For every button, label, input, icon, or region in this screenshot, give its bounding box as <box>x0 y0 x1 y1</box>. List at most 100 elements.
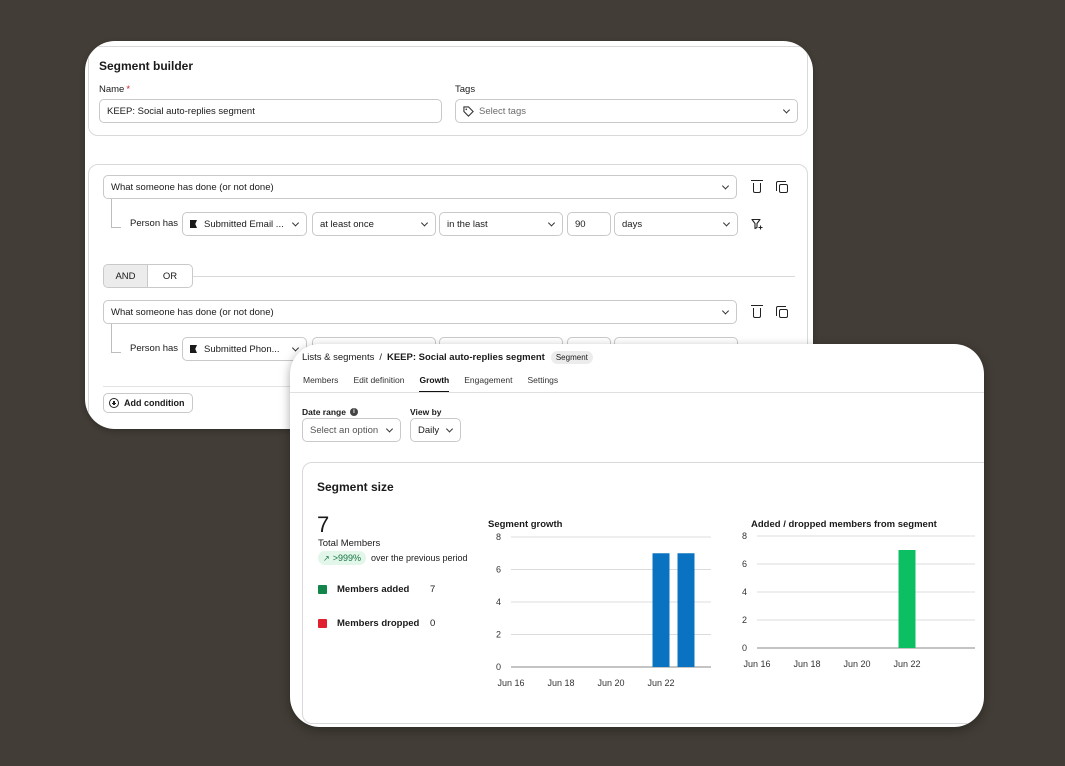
metric-select[interactable]: Submitted Email ... <box>182 212 307 236</box>
chevron-down-icon <box>722 219 731 227</box>
y-tick-label: 6 <box>496 565 501 575</box>
segment-size-panel: Segment size 7 Total Members ↗ >999% over… <box>302 462 984 724</box>
y-tick-label: 0 <box>742 643 747 653</box>
chevron-down-icon <box>445 425 454 433</box>
view-by-value: Daily <box>418 424 440 436</box>
bar <box>652 553 670 667</box>
x-tick-label: Jun 22 <box>647 678 674 688</box>
tags-placeholder: Select tags <box>479 105 526 117</box>
y-tick-label: 2 <box>742 615 747 625</box>
unit-select[interactable]: days <box>614 212 738 236</box>
x-tick-label: Jun 20 <box>843 659 870 669</box>
filter-add-icon[interactable] <box>750 217 764 231</box>
breadcrumb-separator: / <box>379 352 382 363</box>
person-has-label: Person has <box>130 343 179 354</box>
bar <box>898 550 916 648</box>
metric-value: Submitted Phon... <box>204 343 280 355</box>
condition-type-value: What someone has done (or not done) <box>111 181 274 193</box>
chevron-down-icon <box>385 425 394 433</box>
trash-icon[interactable] <box>750 305 764 319</box>
tag-icon <box>463 105 474 117</box>
flag-icon <box>190 220 197 228</box>
tree-connector <box>111 199 121 228</box>
x-tick-label: Jun 16 <box>743 659 770 669</box>
metric-select[interactable]: Submitted Phon... <box>182 337 307 361</box>
chevron-down-icon <box>420 219 429 227</box>
copy-icon[interactable] <box>775 305 789 319</box>
legend-label: Members added <box>337 584 410 595</box>
legend-members-dropped: Members dropped 0 <box>318 618 435 629</box>
breadcrumb-current: KEEP: Social auto-replies segment <box>386 352 545 363</box>
trend-up-icon: ↗ <box>323 553 330 563</box>
chevron-down-icon <box>782 106 791 114</box>
added-dropped-chart-title: Added / dropped members from segment <box>751 519 937 530</box>
name-input-value: KEEP: Social auto-replies segment <box>107 105 255 117</box>
chevron-down-icon <box>291 219 300 227</box>
total-members-value: 7 <box>317 512 330 537</box>
copy-icon[interactable] <box>775 180 789 194</box>
legend-label: Members dropped <box>337 618 420 629</box>
flag-icon <box>190 345 197 353</box>
timeframe-value: in the last <box>447 218 488 230</box>
trend-indicator: ↗ >999% over the previous period <box>318 551 468 565</box>
segment-badge: Segment <box>550 351 593 364</box>
condition-type-select[interactable]: What someone has done (or not done) <box>103 300 737 324</box>
builder-title: Segment builder <box>99 59 194 73</box>
view-by-select[interactable]: Daily <box>410 418 461 442</box>
timeframe-select[interactable]: in the last <box>439 212 563 236</box>
and-button[interactable]: AND <box>104 265 148 287</box>
y-tick-label: 4 <box>742 587 747 597</box>
add-condition-button[interactable]: Add condition <box>103 393 193 413</box>
tags-select[interactable]: Select tags <box>455 99 798 123</box>
added-dropped-chart: 0 2 4 6 8 Jun 16 Jun 18 Jun 20 Jun 22 <box>742 531 975 669</box>
condition-type-select[interactable]: What someone has done (or not done) <box>103 175 737 199</box>
divider <box>193 276 795 277</box>
y-tick-label: 8 <box>742 531 747 541</box>
y-tick-label: 4 <box>496 597 501 607</box>
tab-engagement[interactable]: Engagement <box>464 375 512 393</box>
tab-bar: Members Edit definition Growth Engagemen… <box>303 375 573 393</box>
chevron-down-icon <box>721 182 730 190</box>
chevron-down-icon <box>291 344 300 352</box>
date-range-label: Date range i <box>302 407 358 417</box>
y-tick-label: 6 <box>742 559 747 569</box>
trash-icon[interactable] <box>750 180 764 194</box>
x-tick-label: Jun 20 <box>597 678 624 688</box>
date-range-placeholder: Select an option <box>310 424 379 436</box>
tree-connector <box>111 324 121 353</box>
metric-value: Submitted Email ... <box>204 218 284 230</box>
amount-input[interactable]: 90 <box>567 212 611 236</box>
and-or-toggle: AND OR <box>103 264 193 288</box>
segment-growth-chart-title: Segment growth <box>488 519 563 530</box>
chevron-down-icon <box>547 219 556 227</box>
frequency-value: at least once <box>320 218 374 230</box>
add-condition-label: Add condition <box>124 398 185 408</box>
frequency-select[interactable]: at least once <box>312 212 436 236</box>
x-tick-label: Jun 18 <box>793 659 820 669</box>
segment-size-title: Segment size <box>317 480 394 494</box>
tab-settings[interactable]: Settings <box>527 375 558 393</box>
tab-edit-definition[interactable]: Edit definition <box>353 375 404 393</box>
breadcrumb: Lists & segments / KEEP: Social auto-rep… <box>302 351 593 364</box>
tab-members[interactable]: Members <box>303 375 338 393</box>
x-tick-label: Jun 22 <box>893 659 920 669</box>
date-range-select[interactable]: Select an option <box>302 418 401 442</box>
info-icon[interactable]: i <box>349 408 358 416</box>
tab-growth[interactable]: Growth <box>419 375 450 393</box>
tags-label: Tags <box>455 84 476 95</box>
segment-growth-chart: 0 2 4 6 8 Jun 16 Jun 18 Jun 20 Jun 22 <box>496 532 711 688</box>
name-input[interactable]: KEEP: Social auto-replies segment <box>99 99 442 123</box>
breadcrumb-parent-link[interactable]: Lists & segments <box>302 352 374 363</box>
segment-growth-card: Lists & segments / KEEP: Social auto-rep… <box>290 344 984 727</box>
trend-text: over the previous period <box>370 553 468 563</box>
chevron-down-icon <box>721 307 730 315</box>
y-tick-label: 2 <box>496 630 501 640</box>
x-tick-label: Jun 18 <box>547 678 574 688</box>
dropped-swatch <box>318 619 327 628</box>
person-has-label: Person has <box>130 218 179 229</box>
legend-value: 0 <box>430 618 436 629</box>
or-button[interactable]: OR <box>148 265 192 287</box>
x-tick-label: Jun 16 <box>497 678 524 688</box>
y-tick-label: 8 <box>496 532 501 542</box>
divider <box>290 392 984 393</box>
